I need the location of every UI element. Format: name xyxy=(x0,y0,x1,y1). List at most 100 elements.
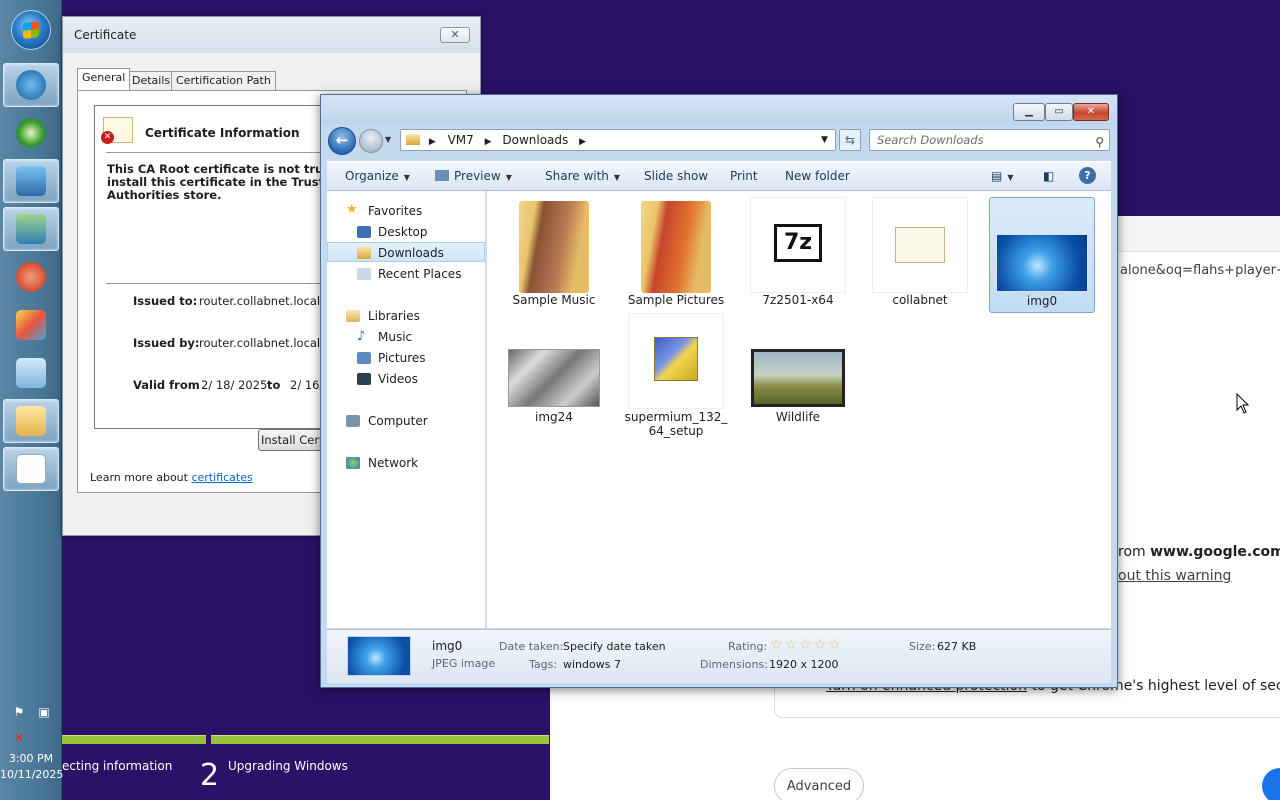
taskbar-windows-button[interactable] xyxy=(3,111,59,155)
file-item[interactable]: Sample Music xyxy=(501,197,607,313)
issued-to-label: Issued to: xyxy=(133,294,198,308)
nav-pictures[interactable]: Pictures xyxy=(327,348,485,368)
volume-muted-icon[interactable]: ✕ xyxy=(11,731,27,745)
print-button[interactable]: Print xyxy=(730,169,758,183)
explorer-window: ▁ ▭ ✕ ← ▼ ▶ VM7 ▶ Downloads ▶ ▼ ⇆ Search… xyxy=(320,94,1118,688)
taskbar-notepad-button[interactable] xyxy=(3,447,59,491)
setup-step2-label: Upgrading Windows xyxy=(228,759,348,773)
libraries-icon xyxy=(346,310,360,322)
tab-general[interactable]: General xyxy=(77,68,131,90)
tab-details[interactable]: Details xyxy=(127,71,176,90)
valid-to-label: to xyxy=(267,378,281,392)
issued-to-value: router.collabnet.local xyxy=(199,294,321,308)
media-icon xyxy=(16,262,46,292)
breadcrumb-vm7[interactable]: VM7 xyxy=(448,133,474,147)
nav-computer[interactable]: Computer xyxy=(327,411,485,431)
maximize-button[interactable]: ▭ xyxy=(1045,103,1073,121)
flag-icon[interactable]: ⚑ xyxy=(11,705,27,719)
file-item[interactable]: supermium_132_ 64_setup xyxy=(623,313,729,438)
refresh-button[interactable]: ⇆ xyxy=(839,129,861,151)
minimize-button[interactable]: ▁ xyxy=(1013,103,1045,121)
dimensions-value: 1920 x 1200 xyxy=(769,658,839,671)
tags-value[interactable]: windows 7 xyxy=(563,658,621,671)
network-icon xyxy=(346,457,360,469)
file-item[interactable]: img24 xyxy=(501,319,607,435)
music-icon: ♪ xyxy=(357,329,366,344)
organize-menu[interactable]: Organize ▼ xyxy=(345,169,410,183)
preview-pane-icon[interactable]: ◧ xyxy=(1043,169,1054,183)
clock-time[interactable]: 3:00 PM xyxy=(0,752,62,765)
nav-network[interactable]: Network xyxy=(327,453,485,473)
breadcrumb-chevron-icon[interactable]: ▶ xyxy=(579,137,586,147)
preview-menu[interactable]: Preview ▼ xyxy=(435,169,512,183)
change-view-icon[interactable]: ▤ ▼ xyxy=(991,169,1014,183)
breadcrumb-chevron-icon[interactable]: ▶ xyxy=(485,137,492,147)
close-button[interactable]: ✕ xyxy=(440,27,470,43)
advanced-button[interactable]: Advanced xyxy=(774,768,864,800)
url-text: alone&oq=flahs+player+s xyxy=(1120,263,1280,278)
setup-step1-label: ecting information xyxy=(62,759,173,773)
date-taken-label: Date taken: xyxy=(499,640,564,653)
search-input[interactable]: Search Downloads ⚲ xyxy=(869,129,1110,151)
forward-button[interactable] xyxy=(359,129,383,153)
nav-downloads[interactable]: Downloads xyxy=(327,242,485,262)
paint-icon xyxy=(16,310,46,340)
nav-libraries[interactable]: Libraries xyxy=(327,306,485,326)
windows-logo-icon xyxy=(16,118,46,148)
image-thumbnail xyxy=(347,636,411,676)
7zip-icon: 7z xyxy=(774,224,822,262)
installer-icon xyxy=(654,337,698,381)
address-bar[interactable]: ▶ VM7 ▶ Downloads ▶ ▼ xyxy=(400,129,836,151)
back-button[interactable]: ← xyxy=(328,127,356,155)
explorer-titlebar: ▁ ▭ ✕ xyxy=(321,95,1117,125)
taskbar-network-button[interactable] xyxy=(3,207,59,251)
network-tray-icon[interactable]: ▣ xyxy=(36,705,52,719)
rating-label: Rating: xyxy=(728,640,768,653)
taskbar-explorer-button[interactable] xyxy=(3,399,59,443)
share-with-menu[interactable]: Share with ▼ xyxy=(545,169,620,183)
nav-favorites[interactable]: ★ Favorites xyxy=(327,201,485,221)
recent-pages-dropdown[interactable]: ▼ xyxy=(385,135,391,144)
start-button[interactable] xyxy=(11,10,51,50)
document-icon xyxy=(16,358,46,388)
browser-url-bar[interactable]: alone&oq=flahs+player+s xyxy=(1118,252,1280,290)
breadcrumb-downloads[interactable]: Downloads xyxy=(502,133,568,147)
taskbar-remote-button[interactable] xyxy=(3,159,59,203)
help-icon[interactable]: ? xyxy=(1079,167,1096,184)
taskbar-document-button[interactable] xyxy=(3,351,59,395)
taskbar-ie-button[interactable] xyxy=(3,63,59,107)
tab-certification-path[interactable]: Certification Path xyxy=(171,71,276,90)
nav-desktop[interactable]: Desktop xyxy=(327,222,485,242)
videos-icon xyxy=(357,373,371,385)
file-item[interactable]: Wildlife xyxy=(745,319,851,435)
nav-recent-places[interactable]: Recent Places xyxy=(327,264,485,284)
file-item-selected[interactable]: img0 xyxy=(989,197,1095,313)
close-button[interactable]: ✕ xyxy=(1073,103,1109,121)
nav-music[interactable]: ♪ Music xyxy=(327,327,485,347)
progress-bar-step1 xyxy=(62,735,206,744)
issued-by-label: Issued by: xyxy=(133,336,200,350)
taskbar: ⚑ ▣ ✕ 3:00 PM 10/11/2025 xyxy=(0,0,63,800)
details-pane: img0 JPEG image Date taken: Specify date… xyxy=(327,629,1111,683)
valid-to-value: 2/ 16/ xyxy=(290,378,324,392)
rating-stars[interactable]: ☆☆☆☆☆ xyxy=(770,637,843,653)
date-taken-value[interactable]: Specify date taken xyxy=(563,640,666,653)
file-item[interactable]: 7z 7z2501-x64 xyxy=(745,197,851,313)
file-item[interactable]: Sample Pictures xyxy=(623,197,729,313)
clock-date[interactable]: 10/11/2025 xyxy=(0,768,63,781)
breadcrumb-chevron-icon[interactable]: ▶ xyxy=(429,137,436,147)
taskbar-paint-button[interactable] xyxy=(3,303,59,347)
learn-warning-link[interactable]: out this warning xyxy=(1118,568,1231,584)
issued-by-value: router.collabnet.local xyxy=(199,336,321,350)
nav-videos[interactable]: Videos xyxy=(327,369,485,389)
image-thumbnail xyxy=(996,234,1088,292)
slide-show-button[interactable]: Slide show xyxy=(644,169,708,183)
taskbar-media-button[interactable] xyxy=(3,255,59,299)
search-icon[interactable]: ⚲ xyxy=(1095,132,1104,152)
size-value: 627 KB xyxy=(937,640,977,653)
address-dropdown-icon[interactable]: ▼ xyxy=(821,130,828,150)
file-item[interactable]: collabnet xyxy=(867,197,973,313)
new-folder-button[interactable]: New folder xyxy=(785,169,850,183)
certificates-link[interactable]: certificates xyxy=(191,471,252,484)
network-icon xyxy=(16,214,46,244)
